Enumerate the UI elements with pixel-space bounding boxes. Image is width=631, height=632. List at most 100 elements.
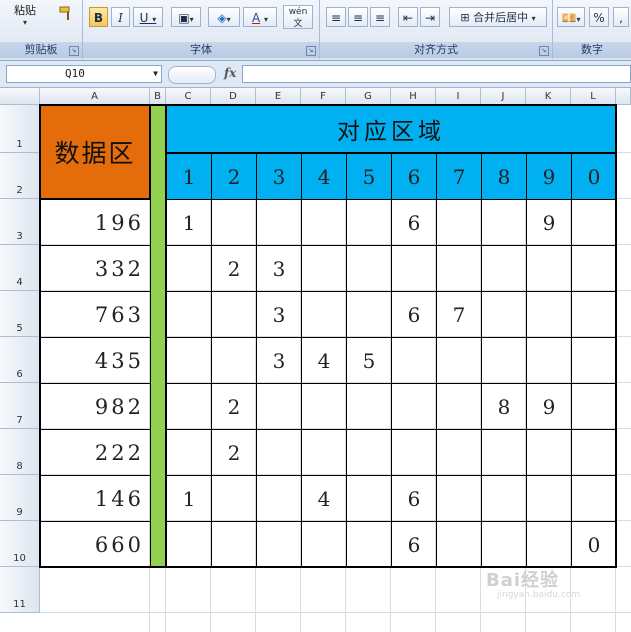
region-header[interactable]: 对应区域 bbox=[166, 105, 616, 153]
decrease-indent-icon[interactable]: ⇤ bbox=[398, 7, 418, 27]
region-digit-cell[interactable] bbox=[391, 383, 437, 430]
column-header-k[interactable]: K bbox=[526, 88, 571, 105]
region-digit-cell[interactable] bbox=[211, 521, 257, 568]
region-digit-cell[interactable]: 9 bbox=[526, 199, 572, 246]
column-header-b[interactable]: B bbox=[150, 88, 166, 105]
row-header-11[interactable]: 11 bbox=[0, 567, 40, 613]
region-digit-cell[interactable] bbox=[301, 383, 347, 430]
region-digit-cell[interactable] bbox=[571, 429, 617, 476]
region-digit-cell[interactable] bbox=[391, 337, 437, 384]
region-digit-cell[interactable] bbox=[211, 291, 257, 338]
region-digit-cell[interactable] bbox=[346, 199, 392, 246]
region-digit-cell[interactable]: 1 bbox=[166, 199, 212, 246]
digit-header-cell[interactable]: 7 bbox=[436, 153, 482, 200]
row-header-3[interactable]: 3 bbox=[0, 199, 40, 245]
region-digit-cell[interactable] bbox=[256, 383, 302, 430]
region-digit-cell[interactable]: 6 bbox=[391, 291, 437, 338]
row-header-4[interactable]: 4 bbox=[0, 245, 40, 291]
region-digit-cell[interactable]: 6 bbox=[391, 475, 437, 522]
region-digit-cell[interactable] bbox=[211, 199, 257, 246]
column-header-j[interactable]: J bbox=[481, 88, 526, 105]
region-digit-cell[interactable] bbox=[166, 337, 212, 384]
digit-header-cell[interactable]: 8 bbox=[481, 153, 527, 200]
region-digit-cell[interactable]: 7 bbox=[436, 291, 482, 338]
row-header-7[interactable]: 7 bbox=[0, 383, 40, 429]
region-digit-cell[interactable] bbox=[436, 199, 482, 246]
data-value-cell[interactable]: 332 bbox=[40, 245, 151, 292]
region-digit-cell[interactable] bbox=[346, 291, 392, 338]
region-digit-cell[interactable] bbox=[346, 383, 392, 430]
phonetic-button[interactable]: wén 文 bbox=[283, 5, 313, 29]
region-digit-cell[interactable] bbox=[481, 245, 527, 292]
worksheet[interactable]: A B C D E F G H I J K L 1 2 3 4 5 6 7 8 9 10 11 数据区 对应区域 1 2 3 4 5 6 7 8… bbox=[0, 88, 631, 632]
data-area-header[interactable]: 数据区 bbox=[40, 105, 150, 199]
region-digit-cell[interactable] bbox=[301, 199, 347, 246]
region-digit-cell[interactable]: 2 bbox=[211, 429, 257, 476]
digit-header-cell[interactable]: 4 bbox=[301, 153, 347, 200]
row-header-6[interactable]: 6 bbox=[0, 337, 40, 383]
region-digit-cell[interactable] bbox=[526, 245, 572, 292]
region-digit-cell[interactable]: 3 bbox=[256, 337, 302, 384]
region-digit-cell[interactable]: 9 bbox=[526, 383, 572, 430]
region-digit-cell[interactable] bbox=[571, 199, 617, 246]
column-header-l[interactable]: L bbox=[571, 88, 616, 105]
digit-header-cell[interactable]: 5 bbox=[346, 153, 392, 200]
format-painter-icon[interactable] bbox=[58, 6, 74, 22]
column-header-i[interactable]: I bbox=[436, 88, 481, 105]
row-header-2[interactable]: 2 bbox=[0, 153, 40, 199]
data-value-cell[interactable]: 222 bbox=[40, 429, 151, 476]
data-value-cell[interactable]: 196 bbox=[40, 199, 151, 246]
region-digit-cell[interactable] bbox=[436, 337, 482, 384]
column-header-h[interactable]: H bbox=[391, 88, 436, 105]
italic-button[interactable]: I bbox=[111, 7, 130, 27]
region-digit-cell[interactable] bbox=[526, 475, 572, 522]
paste-button[interactable]: 粘贴 ▾ bbox=[14, 2, 36, 27]
font-color-button[interactable]: A ▾ bbox=[243, 7, 277, 27]
region-digit-cell[interactable]: 4 bbox=[301, 337, 347, 384]
region-digit-cell[interactable] bbox=[481, 199, 527, 246]
region-digit-cell[interactable] bbox=[571, 245, 617, 292]
data-value-cell[interactable]: 146 bbox=[40, 475, 151, 522]
column-header-g[interactable]: G bbox=[346, 88, 391, 105]
region-digit-cell[interactable] bbox=[346, 245, 392, 292]
region-digit-cell[interactable] bbox=[256, 475, 302, 522]
name-box[interactable]: Q10 ▼ bbox=[6, 65, 162, 83]
region-digit-cell[interactable] bbox=[346, 521, 392, 568]
digit-header-cell[interactable]: 0 bbox=[571, 153, 617, 200]
region-digit-cell[interactable] bbox=[481, 291, 527, 338]
insert-function-icon[interactable]: fx bbox=[224, 66, 236, 80]
region-digit-cell[interactable]: 2 bbox=[211, 383, 257, 430]
region-digit-cell[interactable] bbox=[301, 245, 347, 292]
region-digit-cell[interactable] bbox=[166, 429, 212, 476]
row-header-1[interactable]: 1 bbox=[0, 105, 40, 153]
region-digit-cell[interactable] bbox=[436, 429, 482, 476]
region-digit-cell[interactable] bbox=[256, 429, 302, 476]
region-digit-cell[interactable] bbox=[166, 521, 212, 568]
row-header-10[interactable]: 10 bbox=[0, 521, 40, 567]
region-digit-cell[interactable]: 5 bbox=[346, 337, 392, 384]
region-digit-cell[interactable] bbox=[571, 291, 617, 338]
fill-color-button[interactable]: ◈▾ bbox=[208, 7, 240, 27]
digit-header-cell[interactable]: 9 bbox=[526, 153, 572, 200]
accounting-format-button[interactable]: 💴▾ bbox=[557, 7, 585, 27]
data-value-cell[interactable]: 435 bbox=[40, 337, 151, 384]
data-value-cell[interactable]: 660 bbox=[40, 521, 151, 568]
region-digit-cell[interactable] bbox=[436, 521, 482, 568]
region-digit-cell[interactable] bbox=[166, 291, 212, 338]
column-header-c[interactable]: C bbox=[166, 88, 211, 105]
column-header-e[interactable]: E bbox=[256, 88, 301, 105]
region-digit-cell[interactable] bbox=[256, 521, 302, 568]
region-digit-cell[interactable]: 0 bbox=[571, 521, 617, 568]
region-digit-cell[interactable] bbox=[481, 521, 527, 568]
region-digit-cell[interactable] bbox=[391, 245, 437, 292]
region-digit-cell[interactable] bbox=[526, 429, 572, 476]
bold-button[interactable]: B bbox=[89, 7, 108, 27]
region-digit-cell[interactable] bbox=[166, 245, 212, 292]
region-digit-cell[interactable] bbox=[211, 337, 257, 384]
region-digit-cell[interactable] bbox=[481, 337, 527, 384]
region-digit-cell[interactable] bbox=[526, 337, 572, 384]
row-header-5[interactable]: 5 bbox=[0, 291, 40, 337]
data-value-cell[interactable]: 982 bbox=[40, 383, 151, 430]
region-digit-cell[interactable] bbox=[571, 383, 617, 430]
region-digit-cell[interactable] bbox=[526, 521, 572, 568]
